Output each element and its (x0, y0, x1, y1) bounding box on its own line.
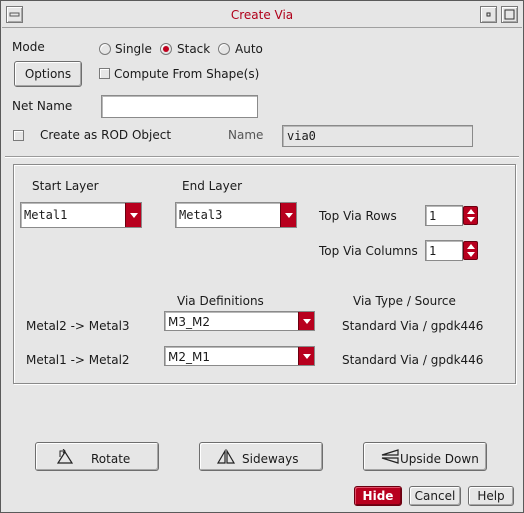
separator (5, 156, 519, 158)
hide-button[interactable]: Hide (354, 486, 402, 506)
mode-single-label[interactable]: Single (115, 42, 152, 56)
upside-down-icon (381, 449, 399, 464)
compute-from-shapes-checkbox[interactable] (99, 68, 110, 79)
help-button[interactable]: Help (468, 486, 514, 506)
create-via-dialog: Create Via Mode Single Stack Auto Option… (0, 0, 524, 513)
start-layer-value: Metal1 (24, 208, 68, 222)
minimize-icon[interactable] (480, 6, 497, 23)
rod-name-field[interactable]: via0 (282, 125, 473, 147)
sideways-label: Sideways (242, 452, 299, 466)
upside-down-label: Upside Down (400, 452, 479, 466)
upside-down-button[interactable]: Upside Down (363, 442, 487, 471)
top-via-columns-input[interactable]: 1 (425, 240, 463, 261)
top-via-rows-stepper[interactable] (463, 206, 478, 225)
sideways-icon (216, 449, 236, 464)
mode-single-radio[interactable] (99, 43, 111, 55)
top-via-columns-value: 1 (429, 244, 437, 258)
rotate-button[interactable]: Rotate (35, 442, 159, 471)
via-definitions-header: Via Definitions (177, 294, 264, 308)
end-layer-label: End Layer (182, 179, 243, 193)
start-layer-label: Start Layer (32, 179, 99, 193)
via-row-layers: Metal1 -> Metal2 (26, 353, 130, 367)
via-row-type: Standard Via / gpdk446 (342, 319, 484, 333)
rotate-icon (56, 449, 74, 464)
top-via-rows-input[interactable]: 1 (425, 205, 463, 226)
stepper-down-icon[interactable] (467, 252, 475, 257)
mode-stack-label[interactable]: Stack (177, 42, 210, 56)
via-row-layers: Metal2 -> Metal3 (26, 319, 130, 333)
via-definition-select[interactable]: M2_M1 (164, 346, 315, 366)
top-via-columns-stepper[interactable] (463, 241, 478, 260)
top-via-rows-value: 1 (429, 209, 437, 223)
end-layer-select[interactable]: Metal3 (175, 202, 297, 228)
chevron-down-icon[interactable] (280, 203, 296, 227)
via-definition-select[interactable]: M3_M2 (164, 311, 315, 331)
start-layer-select[interactable]: Metal1 (20, 202, 142, 228)
options-button[interactable]: Options (14, 61, 82, 87)
chevron-down-icon[interactable] (298, 347, 314, 365)
end-layer-value: Metal3 (179, 208, 223, 222)
mode-label: Mode (12, 40, 45, 54)
chevron-down-icon[interactable] (298, 312, 314, 330)
cancel-button[interactable]: Cancel (409, 486, 461, 506)
window-title: Create Via (230, 8, 294, 22)
title-bar[interactable]: Create Via (2, 2, 522, 28)
rod-name-label: Name (228, 128, 264, 142)
top-via-columns-label: Top Via Columns (319, 244, 418, 258)
stepper-up-icon[interactable] (467, 209, 475, 214)
mode-auto-label[interactable]: Auto (235, 42, 263, 56)
via-definition-value: M3_M2 (168, 315, 210, 329)
rotate-label: Rotate (91, 452, 131, 466)
stepper-up-icon[interactable] (467, 244, 475, 249)
compute-from-shapes-label[interactable]: Compute From Shape(s) (114, 67, 259, 81)
net-name-input[interactable] (101, 95, 258, 118)
sideways-button[interactable]: Sideways (199, 442, 323, 471)
via-type-header: Via Type / Source (353, 294, 456, 308)
net-name-label: Net Name (12, 99, 73, 113)
maximize-icon[interactable] (501, 6, 518, 23)
top-via-rows-label: Top Via Rows (319, 209, 397, 223)
via-definition-value: M2_M1 (168, 350, 210, 364)
create-as-rod-label[interactable]: Create as ROD Object (40, 128, 171, 142)
mode-auto-radio[interactable] (218, 43, 230, 55)
stepper-down-icon[interactable] (467, 217, 475, 222)
via-row-type: Standard Via / gpdk446 (342, 353, 484, 367)
create-as-rod-checkbox[interactable] (13, 130, 24, 141)
mode-stack-radio[interactable] (160, 43, 172, 55)
chevron-down-icon[interactable] (125, 203, 141, 227)
